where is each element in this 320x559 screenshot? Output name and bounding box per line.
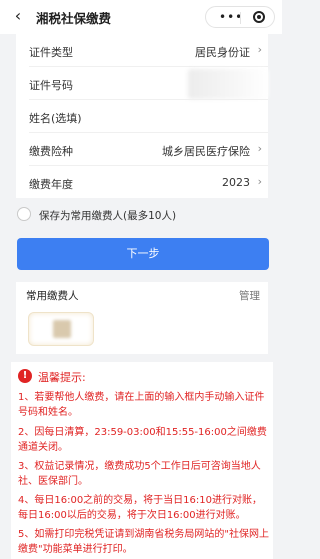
- chevron-right-icon: ›: [257, 142, 262, 155]
- close-miniprogram-icon[interactable]: [253, 11, 265, 23]
- capsule-divider: [240, 12, 241, 24]
- tip-item: 5、如需打印完税凭证请到湖南省税务局网站的"社保网上缴费"功能菜单进行打印。: [18, 529, 269, 555]
- manage-payers-link[interactable]: 管理: [239, 288, 260, 303]
- insurance-type-label: 缴费险种: [29, 145, 73, 158]
- name-label: 姓名(选填): [29, 112, 82, 125]
- save-payer-option[interactable]: 保存为常用缴费人(最多10人): [17, 207, 257, 223]
- miniprogram-capsule: •••: [205, 6, 275, 28]
- nav-bar: ‹ 湘税社保缴费 •••: [0, 0, 282, 34]
- payer-card-redacted[interactable]: [28, 312, 94, 346]
- chevron-right-icon: ›: [257, 175, 262, 188]
- common-payers-title: 常用缴费人: [26, 290, 79, 302]
- id-number-field-redacted[interactable]: [188, 69, 268, 99]
- payment-year-row[interactable]: 缴费年度 2023 ›: [16, 166, 268, 199]
- id-number-label: 证件号码: [29, 79, 73, 92]
- tip-item: 1、若要帮他人缴费，请在上面的输入框内手动输入证件号码和姓名。: [18, 392, 265, 418]
- tips-panel: ! 温馨提示: 1、若要帮他人缴费，请在上面的输入框内手动输入证件号码和姓名。 …: [11, 362, 273, 559]
- payment-year-value: 2023: [222, 176, 250, 189]
- tip-item: 2、因每日清算，23:59-03:00和15:55-16:00之间缴费通道关闭。: [18, 427, 267, 453]
- insurance-type-row[interactable]: 缴费险种 城乡居民医疗保险 ›: [16, 133, 268, 166]
- id-type-label: 证件类型: [29, 46, 73, 59]
- tip-item: 4、每日16:00之前的交易，将于当日16:10进行对账，每日16:00以后的交…: [18, 495, 262, 521]
- save-payer-label: 保存为常用缴费人(最多10人): [39, 210, 177, 222]
- common-payers-panel: 常用缴费人 管理: [16, 282, 268, 354]
- id-number-row[interactable]: 证件号码: [16, 67, 268, 100]
- next-button[interactable]: 下一步: [17, 238, 269, 270]
- payer-name-redacted: [53, 320, 71, 338]
- tips-title: 温馨提示:: [38, 371, 86, 384]
- payment-year-label: 缴费年度: [29, 178, 73, 191]
- payment-form: 证件类型 居民身份证 › 证件号码 姓名(选填) 缴费险种 城乡居民医疗保险 ›…: [16, 34, 268, 198]
- page-title: 湘税社保缴费: [36, 11, 112, 26]
- chevron-right-icon: ›: [257, 43, 262, 56]
- id-type-value: 居民身份证: [195, 46, 250, 59]
- save-payer-radio[interactable]: [17, 207, 31, 221]
- id-type-row[interactable]: 证件类型 居民身份证 ›: [16, 34, 268, 67]
- tip-item: 3、权益记录情况，缴费成功5个工作日后可咨询当地人社、医保部门。: [18, 461, 261, 487]
- name-row[interactable]: 姓名(选填): [16, 100, 268, 133]
- back-icon[interactable]: ‹: [10, 8, 26, 24]
- warning-icon: !: [18, 369, 32, 383]
- insurance-type-value: 城乡居民医疗保险: [162, 145, 250, 158]
